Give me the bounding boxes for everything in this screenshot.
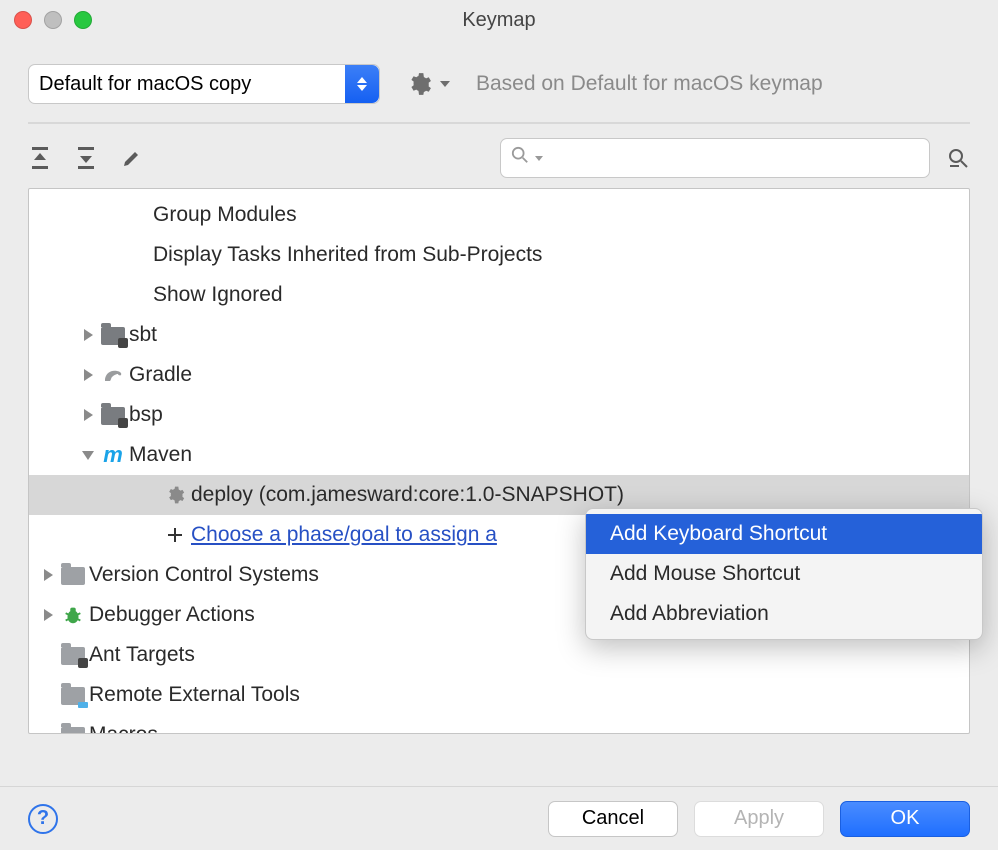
help-button[interactable]: ? xyxy=(28,804,58,834)
search-icon xyxy=(511,146,529,170)
plus-icon xyxy=(161,526,189,544)
tree-item-macros[interactable]: Macros xyxy=(29,715,969,734)
triangle-right-icon xyxy=(77,368,99,382)
triangle-right-icon xyxy=(37,608,59,622)
ctx-add-mouse-shortcut[interactable]: Add Mouse Shortcut xyxy=(586,554,982,594)
ctx-add-abbreviation[interactable]: Add Abbreviation xyxy=(586,594,982,634)
collapse-all-icon[interactable] xyxy=(74,146,98,170)
divider xyxy=(28,122,970,124)
search-input[interactable] xyxy=(549,148,919,169)
apply-button: Apply xyxy=(694,801,824,837)
edit-icon[interactable] xyxy=(120,146,144,170)
bug-icon xyxy=(59,604,87,626)
triangle-right-icon xyxy=(37,568,59,582)
gear-icon[interactable] xyxy=(406,71,432,97)
keymap-scheme-select[interactable]: Default for macOS copy xyxy=(28,64,380,104)
tree-item[interactable]: Show Ignored xyxy=(29,275,969,315)
gear-icon xyxy=(161,485,189,505)
chevron-down-icon[interactable] xyxy=(440,79,450,89)
dropdown-caret-icon xyxy=(345,65,379,103)
search-options-dropdown-icon[interactable] xyxy=(535,156,543,161)
context-menu: Add Keyboard Shortcut Add Mouse Shortcut… xyxy=(585,508,983,640)
triangle-down-icon xyxy=(77,449,99,461)
tree-item-sbt[interactable]: sbt xyxy=(29,315,969,355)
folder-icon xyxy=(99,325,127,345)
tree-item-maven[interactable]: m Maven xyxy=(29,435,969,475)
find-by-shortcut-icon[interactable] xyxy=(946,146,970,170)
gradle-icon xyxy=(99,365,127,385)
choose-phase-link[interactable]: Choose a phase/goal to assign a xyxy=(189,523,497,547)
tree-item-gradle[interactable]: Gradle xyxy=(29,355,969,395)
keymap-scheme-label: Default for macOS copy xyxy=(39,73,251,96)
folder-icon xyxy=(59,685,87,705)
cancel-button[interactable]: Cancel xyxy=(548,801,678,837)
actions-tree[interactable]: Group Modules Display Tasks Inherited fr… xyxy=(28,188,970,734)
maven-icon: m xyxy=(99,442,127,468)
triangle-right-icon xyxy=(77,408,99,422)
tree-item-remote-tools[interactable]: Remote External Tools xyxy=(29,675,969,715)
based-on-label: Based on Default for macOS keymap xyxy=(476,72,823,96)
tree-item-ant[interactable]: Ant Targets xyxy=(29,635,969,675)
ctx-add-keyboard-shortcut[interactable]: Add Keyboard Shortcut xyxy=(586,514,982,554)
folder-icon xyxy=(99,405,127,425)
triangle-right-icon xyxy=(77,328,99,342)
folder-icon xyxy=(59,565,87,585)
window-title: Keymap xyxy=(0,9,998,32)
tree-item[interactable]: Display Tasks Inherited from Sub-Project… xyxy=(29,235,969,275)
tree-item-bsp[interactable]: bsp xyxy=(29,395,969,435)
folder-icon xyxy=(59,725,87,734)
search-input-wrapper[interactable] xyxy=(500,138,930,178)
tree-item[interactable]: Group Modules xyxy=(29,195,969,235)
ok-button[interactable]: OK xyxy=(840,801,970,837)
folder-icon xyxy=(59,645,87,665)
expand-all-icon[interactable] xyxy=(28,146,52,170)
